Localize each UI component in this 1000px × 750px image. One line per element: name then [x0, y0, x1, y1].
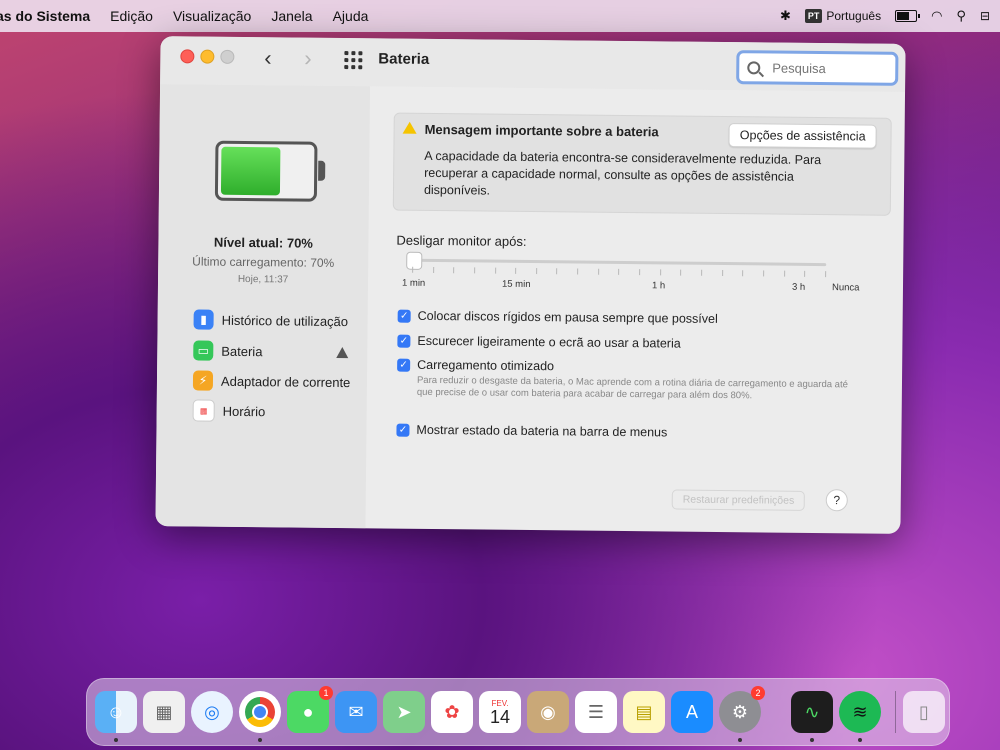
option-label: Mostrar estado da bateria na barra de me…	[416, 422, 668, 440]
calendar-icon[interactable]: FEV. 14	[479, 691, 521, 733]
control-center-icon[interactable]: ⊟	[980, 9, 990, 23]
checkbox-checked-icon[interactable]: ✓	[397, 358, 411, 372]
checkbox-checked-icon[interactable]: ✓	[397, 309, 411, 323]
option-dim-display[interactable]: ✓ Escurecer ligeiramente o ecrã ao usar …	[397, 333, 681, 351]
sidebar-item-label: Adaptador de corrente	[220, 373, 351, 390]
alert-body: A capacidade da bateria encontra-se cons…	[423, 148, 822, 198]
option-optimized-charging[interactable]: ✓ Carregamento otimizado	[397, 357, 555, 374]
battery-preferences-window: ‹ › Bateria Nível atual: 70% Último carr…	[155, 36, 906, 534]
minimize-button[interactable]	[200, 49, 215, 64]
photos-icon[interactable]: ✿	[431, 691, 473, 733]
title-bar: ‹ › Bateria	[160, 36, 906, 92]
display-off-slider[interactable]	[406, 251, 827, 270]
forward-chevron-icon[interactable]: ›	[304, 46, 312, 72]
help-button[interactable]: ?	[825, 489, 848, 512]
optimized-charging-note: Para reduzir o desgaste da bateria, o Ma…	[416, 374, 848, 402]
reminders-icon[interactable]: ☰	[575, 691, 617, 733]
search-field[interactable]	[736, 50, 899, 86]
slider-ticks	[412, 266, 826, 278]
tick-label-1h: 1 h	[651, 280, 666, 292]
system-preferences-icon[interactable]: ⚙ 2	[719, 686, 765, 742]
spotify-icon[interactable]: ≋	[839, 691, 881, 742]
sidebar-item-label: Bateria	[221, 343, 263, 359]
messages-icon[interactable]: ● 1	[287, 686, 333, 733]
sidebar: Nível atual: 70% Último carregamento: 70…	[155, 84, 371, 529]
option-label: Escurecer ligeiramente o ecrã ao usar a …	[417, 333, 681, 351]
safari-icon[interactable]: ◎	[191, 691, 233, 733]
battery-icon: ▭	[193, 340, 214, 361]
battery-status-icon[interactable]	[895, 10, 921, 22]
option-disk-sleep[interactable]: ✓ Colocar discos rígidos em pausa sempre…	[397, 308, 718, 326]
battery-alert-box: Mensagem importante sobre a bateria Opçõ…	[392, 112, 892, 216]
bluetooth-icon[interactable]: ✱	[780, 8, 791, 24]
show-all-grid-icon[interactable]	[344, 51, 363, 70]
menu-bar: as do Sistema Edição Visualização Janela…	[0, 0, 1000, 32]
last-charge-time: Hoje, 11:37	[237, 273, 289, 286]
sidebar-item-usage-history[interactable]: ▮ Histórico de utilização	[193, 308, 349, 332]
close-button[interactable]	[180, 49, 195, 64]
menu-app[interactable]: as do Sistema	[0, 8, 90, 24]
warning-icon	[402, 121, 417, 134]
search-input[interactable]	[770, 58, 885, 78]
input-source[interactable]: PT Português	[804, 9, 882, 23]
chrome-icon[interactable]	[239, 691, 281, 742]
chart-icon: ▮	[193, 309, 214, 330]
tick-label-never: Nunca	[831, 282, 860, 294]
window-title: Bateria	[378, 50, 430, 68]
menu-edit[interactable]: Edição	[110, 8, 153, 24]
sidebar-item-label: Histórico de utilização	[221, 312, 349, 329]
input-source-label: Português	[826, 9, 882, 23]
input-source-badge: PT	[804, 9, 823, 23]
battery-pane: Mensagem importante sobre a bateria Opçõ…	[365, 86, 905, 534]
menu-help[interactable]: Ajuda	[333, 8, 369, 24]
current-level: Nível atual: 70%	[213, 234, 314, 251]
contacts-icon[interactable]: ◉	[527, 691, 569, 733]
notes-icon[interactable]: ▤	[623, 691, 665, 733]
alert-title: Mensagem importante sobre a bateria	[424, 121, 659, 140]
last-charge: Último carregamento: 70%	[192, 254, 335, 270]
sidebar-item-power-adapter[interactable]: ⚡ Adaptador de corrente	[192, 369, 351, 393]
launchpad-icon[interactable]: ▦	[143, 691, 185, 733]
settings-badge: 2	[751, 686, 765, 700]
checkbox-checked-icon[interactable]: ✓	[396, 423, 410, 437]
sidebar-item-label: Horário	[222, 403, 266, 419]
tick-label-15min: 15 min	[501, 278, 531, 290]
warning-icon	[336, 346, 349, 358]
zoom-button[interactable]	[220, 49, 235, 64]
sidebar-item-battery[interactable]: ▭ Bateria	[193, 339, 349, 363]
service-options-button[interactable]: Opções de assistência	[728, 123, 877, 149]
dock-separator	[895, 691, 896, 733]
dock: ☺ ▦ ◎ ● 1 ✉ ➤ ✿ FEV. 14 ◉ ☰ ▤ A ⚙ 2 ∿ ≋ …	[86, 678, 950, 746]
battery-level-graphic	[214, 140, 326, 202]
power-adapter-icon: ⚡	[192, 370, 214, 391]
calendar-day: 14	[489, 706, 511, 727]
back-chevron-icon[interactable]: ‹	[264, 45, 272, 71]
app-store-icon[interactable]: A	[671, 691, 713, 733]
spotlight-icon[interactable]: ⚲	[956, 8, 966, 24]
tick-label-1min: 1 min	[401, 277, 426, 289]
menu-extras: ✱ PT Português ◠ ⚲ ⊟	[780, 0, 990, 32]
battery-fill	[220, 146, 281, 196]
finder-icon[interactable]: ☺	[95, 691, 137, 742]
calendar-icon: ▦	[192, 399, 215, 422]
menu-view[interactable]: Visualização	[173, 8, 251, 24]
sidebar-item-schedule[interactable]: ▦ Horário	[192, 399, 266, 422]
trash-icon[interactable]: ▯	[903, 691, 945, 733]
wifi-icon[interactable]: ◠	[931, 8, 942, 24]
menu-window[interactable]: Janela	[271, 8, 312, 24]
option-label: Carregamento otimizado	[417, 357, 555, 374]
messages-badge: 1	[319, 686, 333, 700]
activity-monitor-icon[interactable]: ∿	[791, 691, 833, 742]
checkbox-checked-icon[interactable]: ✓	[397, 334, 411, 348]
option-label: Colocar discos rígidos em pausa sempre q…	[417, 308, 718, 326]
display-off-label: Desligar monitor após:	[396, 232, 527, 249]
battery-terminal	[318, 160, 326, 181]
mail-icon[interactable]: ✉	[335, 691, 377, 733]
tick-label-3h: 3 h	[791, 281, 806, 293]
search-icon	[747, 60, 761, 74]
option-show-menu-bar-status[interactable]: ✓ Mostrar estado da bateria na barra de …	[396, 422, 668, 440]
restore-defaults-button[interactable]: Restaurar predefinições	[671, 489, 806, 511]
maps-icon[interactable]: ➤	[383, 691, 425, 733]
